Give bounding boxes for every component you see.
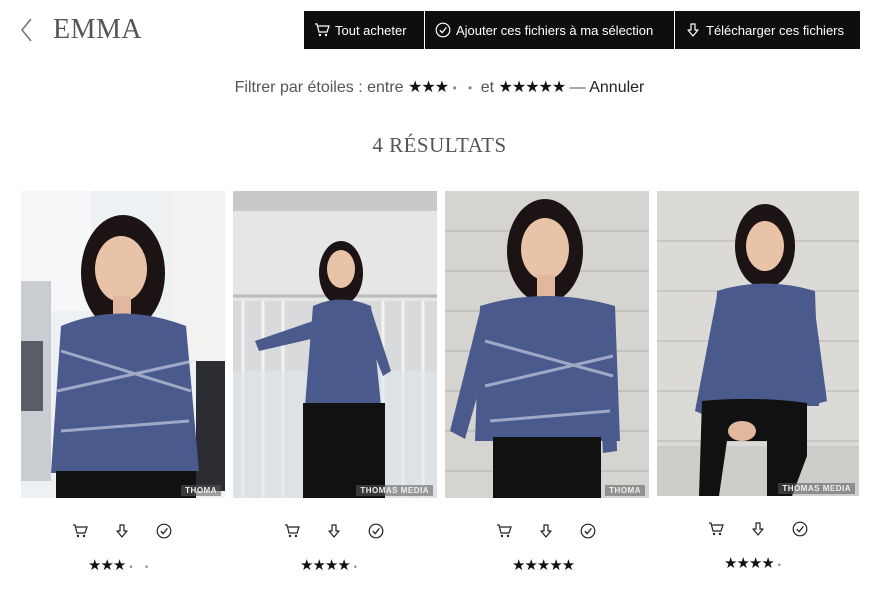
cart-icon[interactable]: [284, 523, 300, 539]
card-actions: [708, 521, 808, 537]
watermark: THOMA: [605, 485, 645, 496]
download-arrow-icon[interactable]: [326, 523, 342, 539]
star-filter: Filtrer par étoiles : entre ★★★ • • et ★…: [0, 77, 879, 97]
add-selection-label: Ajouter ces fichiers à ma sélection: [456, 22, 654, 38]
filter-dash: —: [569, 79, 586, 96]
download-arrow-icon: [687, 23, 699, 37]
buy-all-button[interactable]: Tout acheter: [304, 11, 424, 49]
card-actions: [284, 523, 384, 539]
rating-stars: ★★★★★: [512, 557, 575, 574]
photo-thumbnail[interactable]: THOMAS MEDIA: [657, 191, 859, 496]
page-title: EMMA: [53, 14, 143, 45]
download-arrow-icon[interactable]: [538, 523, 554, 539]
filter-max-stars[interactable]: ★★★★★: [499, 79, 567, 96]
rating-empty-stars: •: [777, 560, 786, 570]
photo-rating[interactable]: ★★★★ •: [300, 556, 362, 574]
cart-icon[interactable]: [708, 521, 724, 537]
filter-cancel-link[interactable]: Annuler: [589, 79, 644, 96]
back-chevron-icon[interactable]: [18, 16, 36, 44]
portrait-image: [233, 191, 437, 498]
filter-min-empty-stars[interactable]: • •: [453, 81, 477, 95]
photo-thumbnail[interactable]: THOMA: [445, 191, 649, 498]
filter-between: et: [480, 79, 495, 96]
photo-thumbnail[interactable]: THOMA: [21, 191, 225, 498]
check-circle-icon: [435, 22, 451, 38]
cart-icon[interactable]: [72, 523, 88, 539]
watermark: THOMA: [181, 485, 221, 496]
results-count: 4 RÉSULTATS: [372, 133, 507, 157]
cart-icon[interactable]: [496, 523, 512, 539]
watermark: THOMAS MEDIA: [356, 485, 433, 496]
buy-all-label: Tout acheter: [335, 22, 407, 38]
rating-empty-stars: • •: [129, 562, 154, 572]
card-actions: [72, 523, 172, 539]
download-arrow-icon[interactable]: [114, 523, 130, 539]
rating-stars: ★★★★: [724, 555, 775, 572]
filter-min-stars[interactable]: ★★★: [408, 79, 449, 96]
cart-icon: [315, 23, 330, 37]
rating-stars: ★★★: [88, 557, 126, 574]
portrait-image: [21, 191, 225, 498]
download-arrow-icon[interactable]: [750, 521, 766, 537]
download-label: Télécharger ces fichiers: [706, 22, 844, 38]
rating-stars: ★★★★: [300, 557, 351, 574]
photo-thumbnail[interactable]: THOMAS MEDIA: [233, 191, 437, 498]
filter-prefix: Filtrer par étoiles : entre: [234, 79, 404, 96]
rating-empty-stars: •: [353, 562, 362, 572]
bulk-actions: Tout acheter Ajouter ces fichiers à ma s…: [304, 11, 860, 49]
check-circle-icon[interactable]: [792, 521, 808, 537]
portrait-image: [657, 191, 859, 496]
check-circle-icon[interactable]: [580, 523, 596, 539]
photo-rating[interactable]: ★★★★★: [512, 556, 578, 574]
card-actions: [496, 523, 596, 539]
portrait-image: [445, 191, 649, 498]
add-selection-button[interactable]: Ajouter ces fichiers à ma sélection: [425, 11, 674, 49]
watermark: THOMAS MEDIA: [778, 483, 855, 494]
download-button[interactable]: Télécharger ces fichiers: [675, 11, 860, 49]
photo-rating[interactable]: ★★★ • •: [88, 556, 153, 574]
check-circle-icon[interactable]: [368, 523, 384, 539]
check-circle-icon[interactable]: [156, 523, 172, 539]
photo-rating[interactable]: ★★★★ •: [724, 554, 786, 572]
